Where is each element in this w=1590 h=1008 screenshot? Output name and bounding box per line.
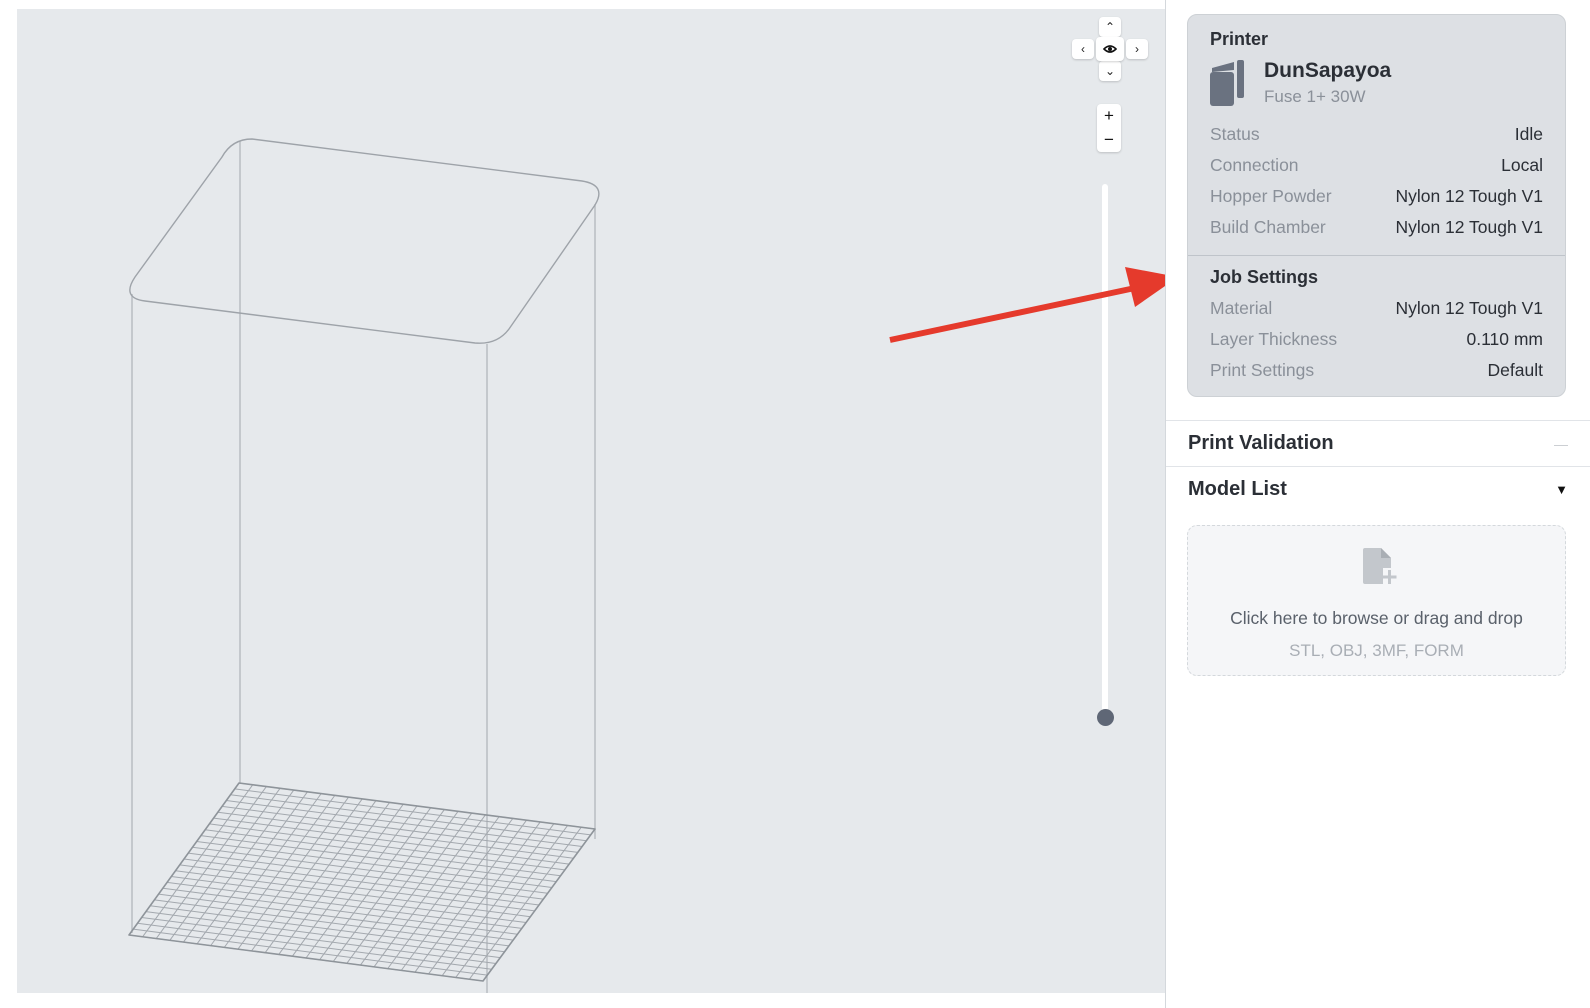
status-row: Status Idle (1210, 122, 1543, 146)
card-divider (1188, 255, 1565, 256)
hopper-powder-value: Nylon 12 Tough V1 (1395, 185, 1543, 206)
rotate-down-button[interactable]: ⌄ (1099, 61, 1121, 81)
zoom-out-button[interactable]: − (1097, 128, 1121, 152)
build-platform-grid (128, 782, 596, 982)
add-file-icon (1363, 548, 1397, 584)
zoom-controls: + − (1097, 104, 1121, 152)
dropzone-instructions: Click here to browse or drag and drop (1230, 608, 1523, 628)
status-label: Status (1210, 123, 1260, 144)
model-dropzone[interactable]: Click here to browse or drag and drop ST… (1187, 525, 1566, 676)
material-row: Material Nylon 12 Tough V1 (1210, 296, 1543, 320)
print-settings-label: Print Settings (1210, 359, 1315, 380)
eye-icon[interactable] (1096, 37, 1124, 61)
job-settings-heading: Job Settings (1210, 267, 1319, 287)
build-chamber-label: Build Chamber (1210, 216, 1326, 237)
layer-thickness-value: 0.110 mm (1466, 328, 1543, 349)
print-settings-value: Default (1487, 359, 1543, 380)
status-value: Idle (1514, 123, 1543, 144)
material-value: Nylon 12 Tough V1 (1395, 297, 1543, 318)
hopper-powder-row: Hopper Powder Nylon 12 Tough V1 (1210, 184, 1543, 208)
rotate-left-button[interactable]: ‹ (1072, 39, 1094, 59)
material-label: Material (1210, 297, 1273, 318)
build-volume-wireframe (128, 138, 600, 993)
printer-heading: Printer (1210, 29, 1269, 49)
rotate-up-button[interactable]: ⌃ (1099, 17, 1121, 37)
dropzone-formats: STL, OBJ, 3MF, FORM (1289, 641, 1464, 660)
connection-row: Connection Local (1210, 153, 1543, 177)
printer-icon (1210, 60, 1244, 106)
build-volume-top (129, 138, 600, 344)
printer-model: Fuse 1+ 30W (1264, 87, 1366, 106)
layer-thickness-row: Layer Thickness 0.110 mm (1210, 327, 1543, 351)
camera-nav-pad: ⌃ ‹ › ⌄ (1072, 15, 1148, 83)
connection-value: Local (1501, 154, 1543, 175)
model-list-title: Model List (1188, 478, 1287, 500)
model-list-header[interactable]: Model List ▼ (1166, 466, 1590, 512)
right-sidebar: Printer DunSapayoa Fuse 1+ 30W Status Id… (1165, 0, 1590, 1008)
printer-name: DunSapayoa (1264, 59, 1392, 82)
caret-down-icon[interactable]: ▼ (1555, 482, 1568, 497)
zoom-in-button[interactable]: + (1097, 104, 1121, 128)
3d-viewport[interactable]: ⌃ ‹ › ⌄ + − (17, 9, 1165, 993)
hopper-powder-label: Hopper Powder (1210, 185, 1332, 206)
build-chamber-row: Build Chamber Nylon 12 Tough V1 (1210, 215, 1543, 239)
annotation-arrow-icon (889, 267, 1178, 343)
minus-icon: — (1554, 435, 1568, 452)
print-validation-header[interactable]: Print Validation — (1166, 420, 1590, 466)
build-chamber-value: Nylon 12 Tough V1 (1395, 216, 1543, 237)
print-settings-row: Print Settings Default (1210, 358, 1543, 382)
print-validation-title: Print Validation (1188, 432, 1334, 454)
rotate-right-button[interactable]: › (1126, 39, 1148, 59)
layer-thickness-label: Layer Thickness (1210, 328, 1338, 349)
layer-slider-thumb[interactable] (1097, 709, 1114, 726)
connection-label: Connection (1210, 154, 1299, 175)
printer-card: Printer DunSapayoa Fuse 1+ 30W Status Id… (1187, 14, 1566, 397)
